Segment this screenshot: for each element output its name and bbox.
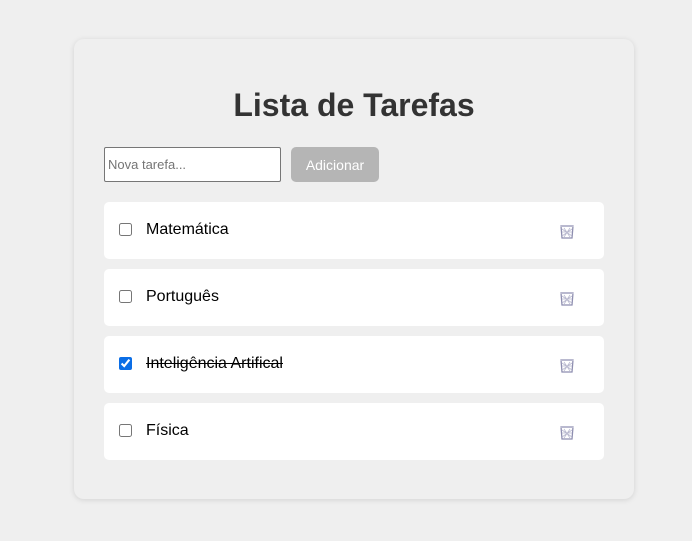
task-checkbox[interactable] <box>119 290 132 303</box>
add-task-button[interactable]: Adicionar <box>291 147 379 182</box>
task-label: Inteligência Artifical <box>146 355 283 372</box>
trash-icon[interactable] <box>559 290 575 306</box>
trash-icon[interactable] <box>559 223 575 239</box>
new-task-input[interactable] <box>104 147 281 182</box>
task-item: Matemática <box>104 202 604 259</box>
task-label: Português <box>146 288 219 305</box>
task-item: Física <box>104 403 604 460</box>
task-item: Português <box>104 269 604 326</box>
page-title: Lista de Tarefas <box>233 87 475 123</box>
task-checkbox[interactable] <box>119 357 132 370</box>
task-item: Inteligência Artifical <box>104 336 604 393</box>
trash-icon[interactable] <box>559 424 575 440</box>
task-label: Física <box>146 422 189 439</box>
task-list: Matemática Português Inteligência Artifi… <box>104 202 604 470</box>
task-label: Matemática <box>146 221 229 238</box>
todo-card: Lista de Tarefas Adicionar Matemática Po… <box>74 39 634 499</box>
task-checkbox[interactable] <box>119 424 132 437</box>
task-checkbox[interactable] <box>119 223 132 236</box>
trash-icon[interactable] <box>559 357 575 373</box>
